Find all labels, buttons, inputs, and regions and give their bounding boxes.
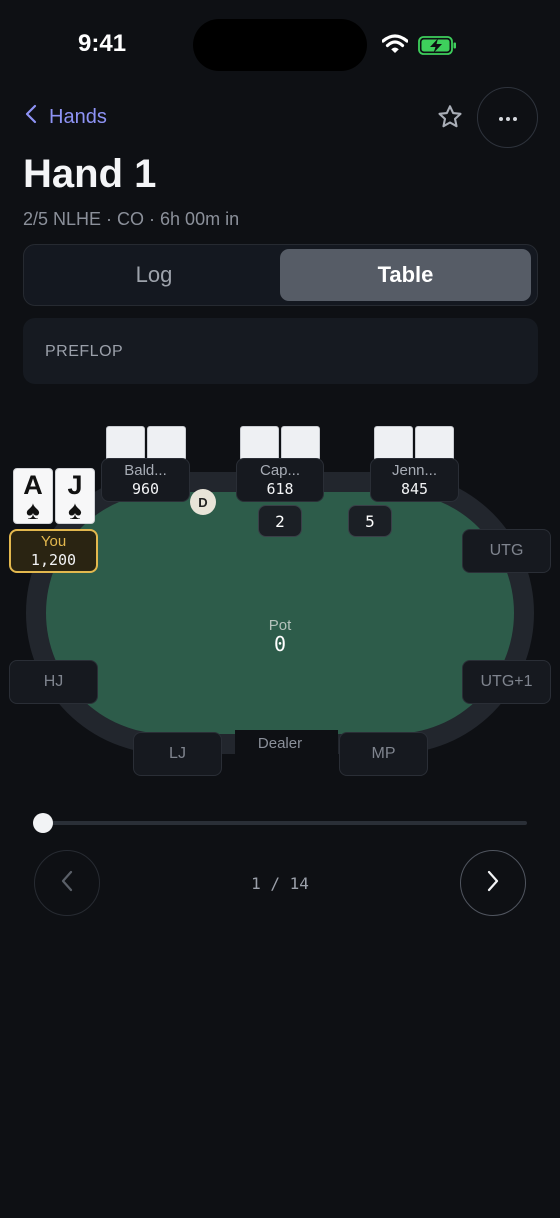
- seat-empty-utg1[interactable]: UTG+1: [462, 660, 551, 704]
- seat-empty-lj[interactable]: LJ: [133, 732, 222, 776]
- spade-icon: ♠: [26, 495, 40, 525]
- bet-chip: 2: [258, 505, 302, 537]
- hero-card-2: J ♠: [55, 468, 95, 524]
- card-back: [147, 426, 186, 461]
- spade-icon: ♠: [68, 495, 82, 525]
- player-stack: 618: [266, 480, 294, 498]
- player-name: Bald...: [124, 462, 167, 479]
- seat-player-2[interactable]: Cap... 618: [236, 458, 324, 502]
- page-title: Hand 1: [23, 152, 157, 196]
- wifi-icon: [381, 33, 409, 60]
- tab-log[interactable]: Log: [28, 249, 280, 301]
- chevron-left-icon: [25, 104, 37, 130]
- status-time: 9:41: [78, 30, 127, 57]
- dealer-button: D: [190, 489, 216, 515]
- seat-player-3[interactable]: Jenn... 845: [370, 458, 459, 502]
- next-action-button[interactable]: [460, 850, 526, 916]
- player-name: Cap...: [259, 462, 301, 479]
- seat-empty-utg[interactable]: UTG: [462, 529, 551, 573]
- back-button[interactable]: Hands: [25, 104, 107, 130]
- seat-empty-hj[interactable]: HJ: [9, 660, 98, 704]
- bet-chip: 5: [348, 505, 392, 537]
- more-button[interactable]: [477, 87, 538, 148]
- player-stack: 845: [400, 480, 429, 498]
- chevron-right-icon: [487, 870, 499, 897]
- hero-card-1: A ♠: [13, 468, 53, 524]
- battery-charging-icon: [418, 36, 458, 61]
- dealer-label: Dealer: [257, 735, 303, 752]
- back-label: Hands: [49, 105, 107, 128]
- card-back: [415, 426, 454, 461]
- seat-empty-mp[interactable]: MP: [339, 732, 428, 776]
- card-back: [106, 426, 145, 461]
- replay-slider-track[interactable]: [42, 821, 527, 825]
- hero-name: You: [40, 533, 67, 550]
- card-back: [374, 426, 413, 461]
- card-back: [281, 426, 320, 461]
- street-label: PREFLOP: [45, 343, 124, 360]
- pot-value: 0: [273, 632, 287, 656]
- replay-slider-thumb[interactable]: [33, 813, 53, 833]
- seat-player-1[interactable]: Bald... 960: [101, 458, 190, 502]
- more-icon: [498, 109, 518, 127]
- tab-table[interactable]: Table: [280, 249, 531, 301]
- view-segmented-control: Log Table: [23, 244, 538, 306]
- hand-subtitle: 2/5 NLHE · CO · 6h 00m in: [23, 209, 240, 229]
- seat-hero[interactable]: You 1,200: [9, 529, 98, 573]
- player-name: Jenn...: [391, 462, 438, 479]
- dynamic-island: [193, 19, 367, 71]
- star-icon[interactable]: [436, 103, 464, 136]
- card-back: [240, 426, 279, 461]
- hero-stack: 1,200: [30, 551, 77, 569]
- player-stack: 960: [131, 480, 160, 498]
- street-banner: PREFLOP: [23, 318, 538, 384]
